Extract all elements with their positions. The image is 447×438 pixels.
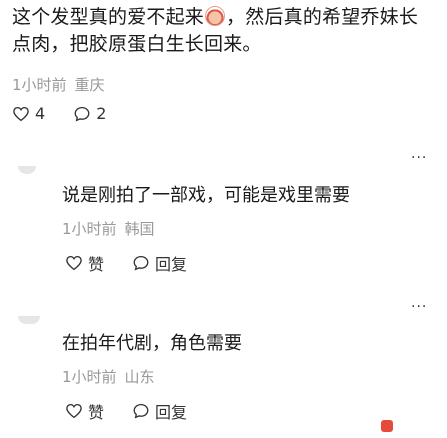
comment-count: 2 (96, 104, 107, 123)
reply-like-button[interactable]: 赞 (65, 399, 104, 423)
reply-like-label: 赞 (88, 403, 105, 422)
comment-count-button[interactable]: 2 (73, 104, 106, 123)
reply-like-label: 赞 (88, 255, 105, 274)
more-options-icon[interactable]: ··· (411, 150, 427, 166)
clown-face-emoji-icon (205, 6, 226, 26)
comment-time: 1小时前 (12, 76, 67, 94)
avatar[interactable] (18, 166, 36, 174)
avatar[interactable] (18, 316, 40, 324)
reply-location: 韩国 (124, 220, 155, 238)
reply-reply-label: 回复 (155, 403, 188, 422)
reply-reply-label: 回复 (155, 255, 188, 274)
watermark-text: 笑猫说说 (397, 420, 441, 433)
reply-like-button[interactable]: 赞 (65, 251, 104, 275)
like-count: 4 (35, 104, 46, 123)
comment-text: 这个发型真的爱不起来 ，然后真的希望乔妹长点肉，把胶原蛋白生长回来。 (12, 4, 437, 58)
reply-meta: 1小时前 韩国 (62, 218, 155, 239)
reply-location: 山东 (124, 368, 155, 386)
chat-bubble-icon (74, 106, 90, 122)
heart-icon (13, 106, 29, 121)
comment-location: 重庆 (74, 76, 105, 94)
comment-text-part1: 这个发型真的爱不起来 (12, 6, 205, 28)
reply-actions: 赞 回复 (65, 399, 209, 423)
heart-icon (66, 403, 82, 419)
reply-text: 说是刚拍了一部戏，可能是戏里需要 (62, 185, 350, 206)
reply-actions: 赞 回复 (65, 251, 209, 275)
reply-reply-button[interactable]: 回复 (132, 399, 187, 423)
reply-time: 1小时前 (62, 220, 117, 238)
reply-text: 在拍年代剧，角色需要 (62, 333, 242, 354)
comment-meta: 1小时前 重庆 (12, 74, 105, 95)
chat-bubble-icon (133, 255, 149, 271)
heart-icon (66, 255, 82, 271)
like-button[interactable]: 4 (12, 104, 45, 123)
comment-actions: 4 2 (12, 104, 128, 123)
chat-bubble-icon (133, 403, 149, 419)
reply-time: 1小时前 (62, 368, 117, 386)
watermark: 笑猫说说 (381, 418, 441, 434)
watermark-logo-icon (381, 420, 393, 432)
reply-reply-button[interactable]: 回复 (132, 251, 187, 275)
more-options-icon[interactable]: ··· (411, 299, 427, 315)
reply-meta: 1小时前 山东 (62, 366, 155, 387)
